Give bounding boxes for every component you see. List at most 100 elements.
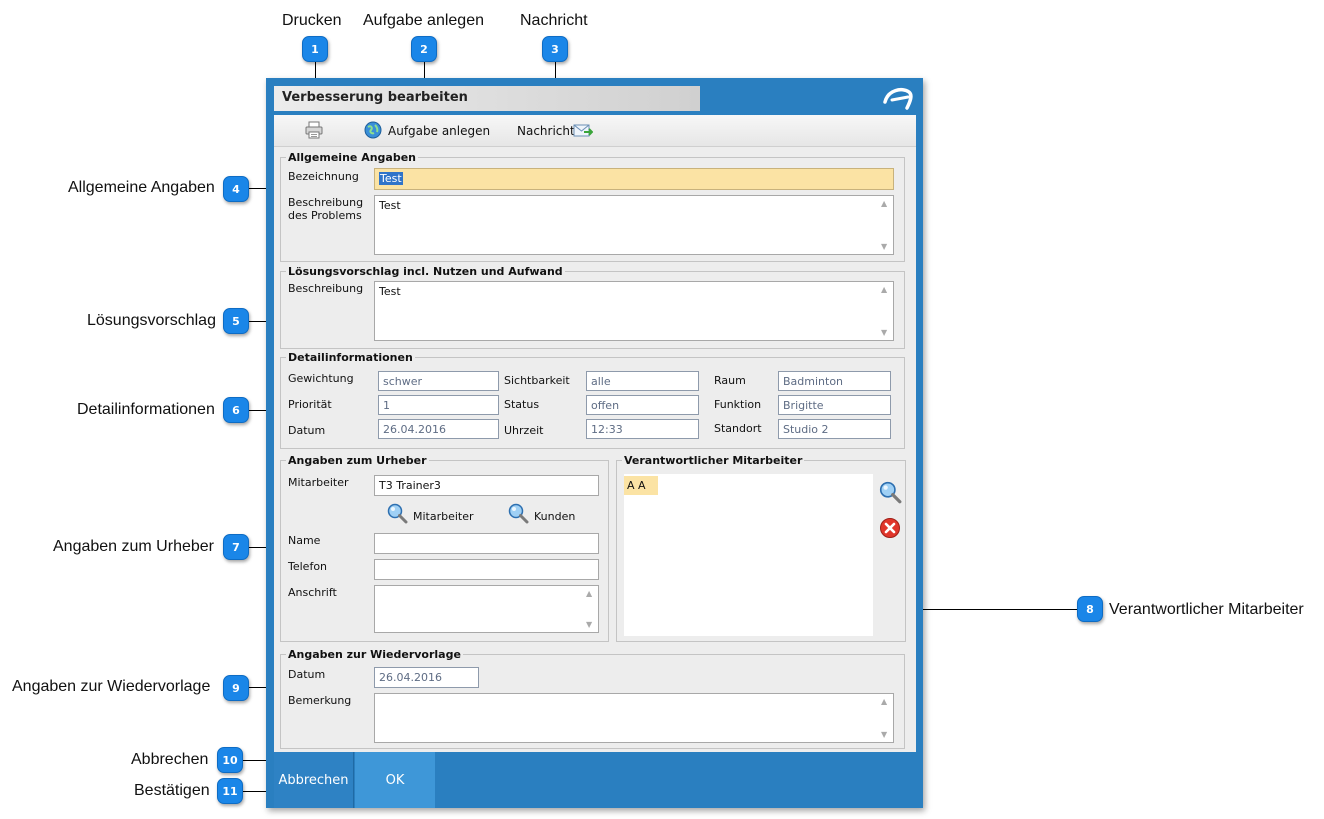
problem-desc-label-line2: des Problems xyxy=(288,209,362,222)
app-logo-icon xyxy=(883,88,913,110)
visibility-field[interactable]: alle xyxy=(586,371,699,391)
location-label: Standort xyxy=(714,422,762,435)
annotation-label-confirm: Bestätigen xyxy=(134,782,210,799)
time-field[interactable]: 12:33 xyxy=(586,419,699,439)
weight-field[interactable]: schwer xyxy=(378,371,499,391)
scroll-down-icon: ▼ xyxy=(881,328,888,337)
dialog-title: Verbesserung bearbeiten xyxy=(282,90,468,105)
annotation-badge-5: 5 xyxy=(223,308,249,334)
delete-icon xyxy=(880,518,900,538)
globe-task-icon xyxy=(364,121,382,139)
followup-date-label: Datum xyxy=(288,668,326,681)
originator-phone-label: Telefon xyxy=(288,560,328,573)
room-field[interactable]: Badminton xyxy=(778,371,891,391)
solution-desc-textarea[interactable]: Test ▲ ▼ xyxy=(374,281,894,341)
followup-remark-label: Bemerkung xyxy=(288,694,352,707)
annotation-label-responsible: Verantwortlicher Mitarbeiter xyxy=(1109,601,1304,618)
annotation-badge-7: 7 xyxy=(223,534,249,560)
annotation-badge-3: 3 xyxy=(542,36,568,62)
function-field[interactable]: Brigitte xyxy=(778,395,891,415)
search-employee-button[interactable]: Mitarbeiter xyxy=(386,503,478,527)
followup-date-field[interactable]: 26.04.2016 xyxy=(374,667,479,688)
location-field[interactable]: Studio 2 xyxy=(778,419,891,439)
message-button[interactable]: Nachricht xyxy=(516,121,596,141)
annotation-badge-6: 6 xyxy=(223,397,249,423)
mail-send-icon xyxy=(573,124,593,137)
general-section-title: Allgemeine Angaben xyxy=(286,151,419,164)
annotation-badge-11: 11 xyxy=(217,778,243,804)
originator-address-scrollbar[interactable]: ▲ ▼ xyxy=(586,589,596,629)
room-label: Raum xyxy=(714,374,746,387)
followup-section-title: Angaben zur Wiedervorlage xyxy=(286,648,463,661)
responsible-section-title: Verantwortlicher Mitarbeiter xyxy=(622,454,805,467)
magnifier-icon xyxy=(508,503,529,524)
responsible-search-button[interactable] xyxy=(878,481,902,505)
magnifier-icon xyxy=(387,503,408,524)
annotation-badge-4: 4 xyxy=(223,176,249,202)
responsible-remove-button[interactable] xyxy=(879,517,901,539)
annotation-badge-9: 9 xyxy=(223,675,249,701)
annotation-badge-10: 10 xyxy=(217,747,243,773)
name-input-value: Test xyxy=(379,172,403,185)
annotation-label-cancel: Abbrechen xyxy=(131,751,209,768)
followup-remark-textarea[interactable]: ▲ ▼ xyxy=(374,693,894,743)
ok-button[interactable]: OK xyxy=(355,752,435,808)
solution-section-title: Lösungsvorschlag incl. Nutzen und Aufwan… xyxy=(286,265,565,278)
weight-label: Gewichtung xyxy=(288,372,354,385)
annotation-label-details: Detailinformationen xyxy=(77,401,215,418)
scroll-up-icon: ▲ xyxy=(586,589,593,598)
annotation-label-create-task: Aufgabe anlegen xyxy=(363,12,484,29)
originator-phone-input[interactable] xyxy=(374,559,599,580)
date-label: Datum xyxy=(288,424,326,437)
annotation-badge-1: 1 xyxy=(302,36,328,62)
visibility-label: Sichtbarkeit xyxy=(504,374,570,387)
originator-address-textarea[interactable]: ▲ ▼ xyxy=(374,585,599,633)
originator-employee-label: Mitarbeiter xyxy=(288,476,349,489)
time-label: Uhrzeit xyxy=(504,424,544,437)
message-label: Nachricht xyxy=(517,124,575,138)
scroll-down-icon: ▼ xyxy=(881,730,888,739)
responsible-list[interactable]: A A xyxy=(624,474,873,636)
annotation-badge-8: 8 xyxy=(1077,596,1103,622)
status-label: Status xyxy=(504,398,540,411)
magnifier-icon xyxy=(879,481,902,504)
originator-employee-input[interactable]: T3 Trainer3 xyxy=(374,475,599,496)
create-task-label: Aufgabe anlegen xyxy=(388,124,491,138)
search-customer-label: Kunden xyxy=(534,510,576,523)
priority-label: Priorität xyxy=(288,398,332,411)
originator-address-label: Anschrift xyxy=(288,586,337,599)
list-item[interactable]: A A xyxy=(624,476,658,495)
create-task-button[interactable]: Aufgabe anlegen xyxy=(363,121,491,141)
annotation-label-followup: Angaben zur Wiedervorlage xyxy=(12,678,211,695)
originator-name-label: Name xyxy=(288,534,321,547)
annotation-label-originator: Angaben zum Urheber xyxy=(53,538,214,555)
annotation-label-print: Drucken xyxy=(282,12,342,29)
search-employee-label: Mitarbeiter xyxy=(413,510,474,523)
problem-desc-value: Test xyxy=(379,199,401,212)
problem-desc-textarea[interactable]: Test ▲ ▼ xyxy=(374,195,894,255)
print-button[interactable] xyxy=(304,121,324,139)
scroll-up-icon: ▲ xyxy=(881,285,888,294)
originator-section-title: Angaben zum Urheber xyxy=(286,454,429,467)
solution-desc-scrollbar[interactable]: ▲ ▼ xyxy=(881,285,891,337)
function-label: Funktion xyxy=(714,398,762,411)
priority-field[interactable]: 1 xyxy=(378,395,499,415)
search-customer-button[interactable]: Kunden xyxy=(507,503,582,527)
cancel-button[interactable]: Abbrechen xyxy=(274,752,354,808)
status-field[interactable]: offen xyxy=(586,395,699,415)
solution-desc-value: Test xyxy=(379,285,401,298)
problem-desc-label-line1: Beschreibung xyxy=(288,196,364,209)
annotation-label-general: Allgemeine Angaben xyxy=(68,179,215,196)
scroll-up-icon: ▲ xyxy=(881,697,888,706)
scroll-down-icon: ▼ xyxy=(586,620,593,629)
annotation-label-message: Nachricht xyxy=(520,12,588,29)
name-input[interactable]: Test xyxy=(374,168,894,190)
problem-desc-scrollbar[interactable]: ▲ ▼ xyxy=(881,199,891,251)
originator-name-input[interactable] xyxy=(374,533,599,554)
date-field[interactable]: 26.04.2016 xyxy=(378,419,499,439)
details-section-title: Detailinformationen xyxy=(286,351,415,364)
name-label: Bezeichnung xyxy=(288,170,359,183)
annotation-label-solution: Lösungsvorschlag xyxy=(87,312,216,329)
followup-remark-scrollbar[interactable]: ▲ ▼ xyxy=(881,697,891,739)
solution-desc-label: Beschreibung xyxy=(288,282,364,295)
